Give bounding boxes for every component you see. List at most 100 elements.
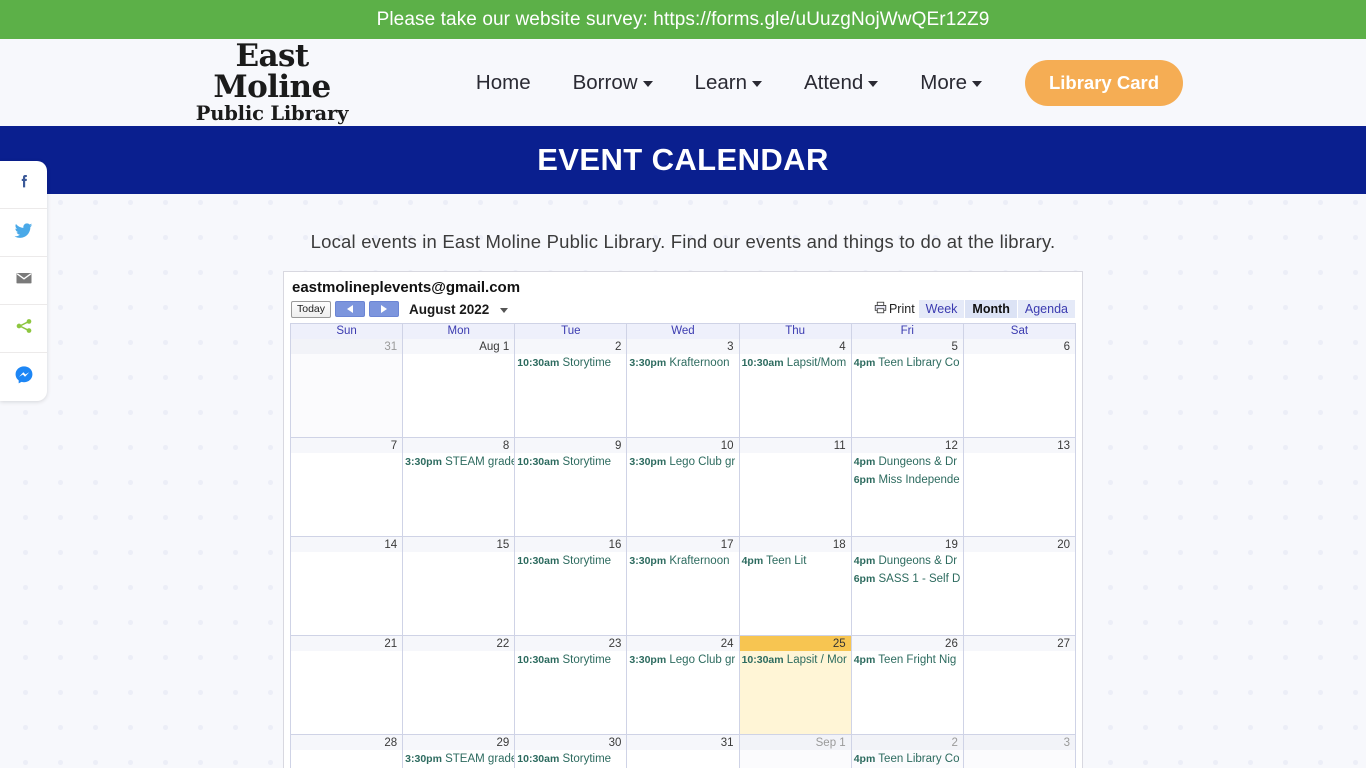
share-twitter-button[interactable] [0, 209, 47, 257]
calendar-event[interactable]: 3:30pm Krafternoon [627, 354, 738, 372]
calendar-day-cell[interactable]: 31 [291, 339, 404, 437]
chevron-down-icon[interactable] [500, 308, 509, 313]
social-share-rail [0, 161, 47, 401]
calendar-event-title: SASS 1 - Self D [878, 573, 961, 585]
calendar-day-cell[interactable]: 2 10:30am Storytime [515, 339, 628, 437]
calendar-event[interactable]: 3:30pm Krafternoon [627, 552, 738, 570]
calendar-day-cell[interactable]: 11 [739, 438, 852, 536]
chevron-down-icon [971, 81, 982, 87]
calendar-day-cell[interactable]: 15 [403, 537, 516, 635]
calendar-view-agenda[interactable]: Agenda [1016, 300, 1075, 318]
chevron-right-icon [381, 305, 388, 313]
library-card-button[interactable]: Library Card [1024, 59, 1183, 106]
calendar-print-button[interactable]: Print [871, 300, 918, 318]
calendar-day-number: 27 [963, 636, 1075, 651]
calendar-view-controls: Print Week Month Agenda [871, 300, 1075, 318]
nav-label-learn: Learn [694, 70, 747, 94]
calendar-day-cell[interactable]: 5 4pm Teen Library Co [851, 339, 964, 437]
nav-item-learn[interactable]: Learn [674, 71, 783, 95]
calendar-day-cell[interactable]: 4 10:30am Lapsit/Mom [739, 339, 852, 437]
share-facebook-button[interactable] [0, 161, 47, 209]
calendar-day-cell[interactable]: Aug 1 [403, 339, 516, 437]
calendar-event[interactable]: 3:30pm STEAM grade [403, 750, 514, 768]
calendar-event-title: STEAM grade [445, 456, 515, 468]
calendar-day-cell[interactable]: 20 [963, 537, 1076, 635]
calendar-view-week[interactable]: Week [917, 300, 965, 318]
calendar-event[interactable]: 6pm SASS 1 - Self D [852, 570, 963, 588]
calendar-view-month[interactable]: Month [964, 300, 1017, 318]
calendar-day-cell[interactable]: 22 [403, 636, 516, 734]
calendar-event[interactable]: 10:30am Lapsit / Mor [740, 651, 851, 669]
calendar-event[interactable]: 10:30am Storytime [515, 651, 626, 669]
calendar-day-cell[interactable]: 3 3:30pm Krafternoon [627, 339, 740, 437]
calendar-day-cell[interactable]: 27 [963, 636, 1076, 734]
share-more-button[interactable] [0, 305, 47, 353]
calendar-prev-button[interactable] [335, 301, 366, 317]
calendar-day-cell[interactable]: 29 3:30pm STEAM grade [403, 735, 516, 768]
calendar-day-cell[interactable]: 19 4pm Dungeons & Dr 6pm SASS 1 - Self D [851, 537, 964, 635]
calendar-event[interactable]: 10:30am Storytime [515, 552, 626, 570]
calendar-day-cell[interactable]: 25 10:30am Lapsit / Mor [739, 636, 852, 734]
calendar-next-button[interactable] [369, 301, 400, 317]
calendar-day-cell[interactable]: 16 10:30am Storytime [515, 537, 628, 635]
calendar-day-cell[interactable]: 9 10:30am Storytime [515, 438, 628, 536]
calendar-day-cell[interactable]: 28 [291, 735, 404, 768]
calendar-day-cell[interactable]: 10 3:30pm Lego Club gr [627, 438, 740, 536]
calendar-event-title: Dungeons & Dr [878, 555, 958, 567]
calendar-day-cell[interactable]: 8 3:30pm STEAM grade [403, 438, 516, 536]
calendar-week-row: 14 15 16 10:30am Storytime 17 3:30pm Kraftern… [291, 537, 1076, 636]
nav-item-more[interactable]: More [899, 71, 1003, 95]
calendar-event[interactable]: 3:30pm STEAM grade [403, 453, 514, 471]
share-email-button[interactable] [0, 257, 47, 305]
calendar-toolbar: Today August 2022 Print Week Month Agend… [290, 300, 1076, 323]
nav-item-home[interactable]: Home [455, 71, 552, 95]
calendar-event-title: Storytime [562, 357, 612, 369]
calendar-day-cell[interactable]: 13 [963, 438, 1076, 536]
nav-item-attend[interactable]: Attend [783, 71, 899, 95]
calendar-event[interactable]: 3:30pm Lego Club gr [627, 453, 738, 471]
calendar-day-cell[interactable]: 24 3:30pm Lego Club gr [627, 636, 740, 734]
calendar-day-cell[interactable]: 12 4pm Dungeons & Dr 6pm Miss Independe [851, 438, 964, 536]
calendar-event[interactable]: 6pm Miss Independe [852, 471, 963, 489]
calendar-day-cell[interactable]: 30 10:30am Storytime [515, 735, 628, 768]
day-header-tue: Tue [515, 324, 628, 339]
calendar-day-cell[interactable]: 31 [627, 735, 740, 768]
survey-banner-text[interactable]: Please take our website survey: https://… [377, 9, 990, 31]
calendar-day-number: Aug 1 [403, 339, 515, 354]
calendar-event[interactable]: 4pm Teen Library Co [852, 354, 963, 372]
calendar-event-title: Storytime [562, 654, 612, 666]
facebook-icon [14, 172, 34, 197]
calendar-event[interactable]: 10:30am Storytime [515, 453, 626, 471]
calendar-day-cell[interactable]: 14 [291, 537, 404, 635]
calendar-event[interactable]: 4pm Teen Library Co [852, 750, 963, 768]
calendar-event-title: STEAM grade [445, 753, 515, 765]
calendar-day-cell[interactable]: Sep 1 [739, 735, 852, 768]
calendar-event[interactable]: 10:30am Storytime [515, 354, 626, 372]
calendar-event[interactable]: 3:30pm Lego Club gr [627, 651, 738, 669]
calendar-today-button[interactable]: Today [291, 300, 332, 318]
share-messenger-button[interactable] [0, 353, 47, 401]
calendar-event[interactable]: 4pm Teen Fright Nig [852, 651, 963, 669]
calendar-day-header-row: Sun Mon Tue Wed Thu Fri Sat [291, 324, 1076, 339]
calendar-day-cell[interactable]: 21 [291, 636, 404, 734]
calendar-event[interactable]: 4pm Teen Lit [740, 552, 851, 570]
nav-item-borrow[interactable]: Borrow [552, 71, 674, 95]
calendar-event[interactable]: 10:30am Storytime [515, 750, 626, 768]
calendar-day-cell[interactable]: 2 4pm Teen Library Co [851, 735, 964, 768]
calendar-day-cell[interactable]: 23 10:30am Storytime [515, 636, 628, 734]
calendar-day-cell[interactable]: 3 [963, 735, 1076, 768]
calendar-day-cell[interactable]: 17 3:30pm Krafternoon [627, 537, 740, 635]
day-header-mon: Mon [403, 324, 516, 339]
calendar-event[interactable]: 4pm Dungeons & Dr [852, 552, 963, 570]
calendar-day-cell[interactable]: 6 [963, 339, 1076, 437]
chevron-down-icon [642, 81, 653, 87]
calendar-day-number: 31 [627, 735, 739, 750]
calendar-day-cell[interactable]: 26 4pm Teen Fright Nig [851, 636, 964, 734]
calendar-day-cell[interactable]: 18 4pm Teen Lit [739, 537, 852, 635]
calendar-day-cell[interactable]: 7 [291, 438, 404, 536]
calendar-event[interactable]: 4pm Dungeons & Dr [852, 453, 963, 471]
survey-banner[interactable]: Please take our website survey: https://… [0, 0, 1366, 39]
calendar-event[interactable]: 10:30am Lapsit/Mom [740, 354, 851, 372]
site-logo[interactable]: East Moline Public Library [183, 41, 361, 124]
calendar-event-title: Lapsit / Mor [786, 654, 847, 666]
